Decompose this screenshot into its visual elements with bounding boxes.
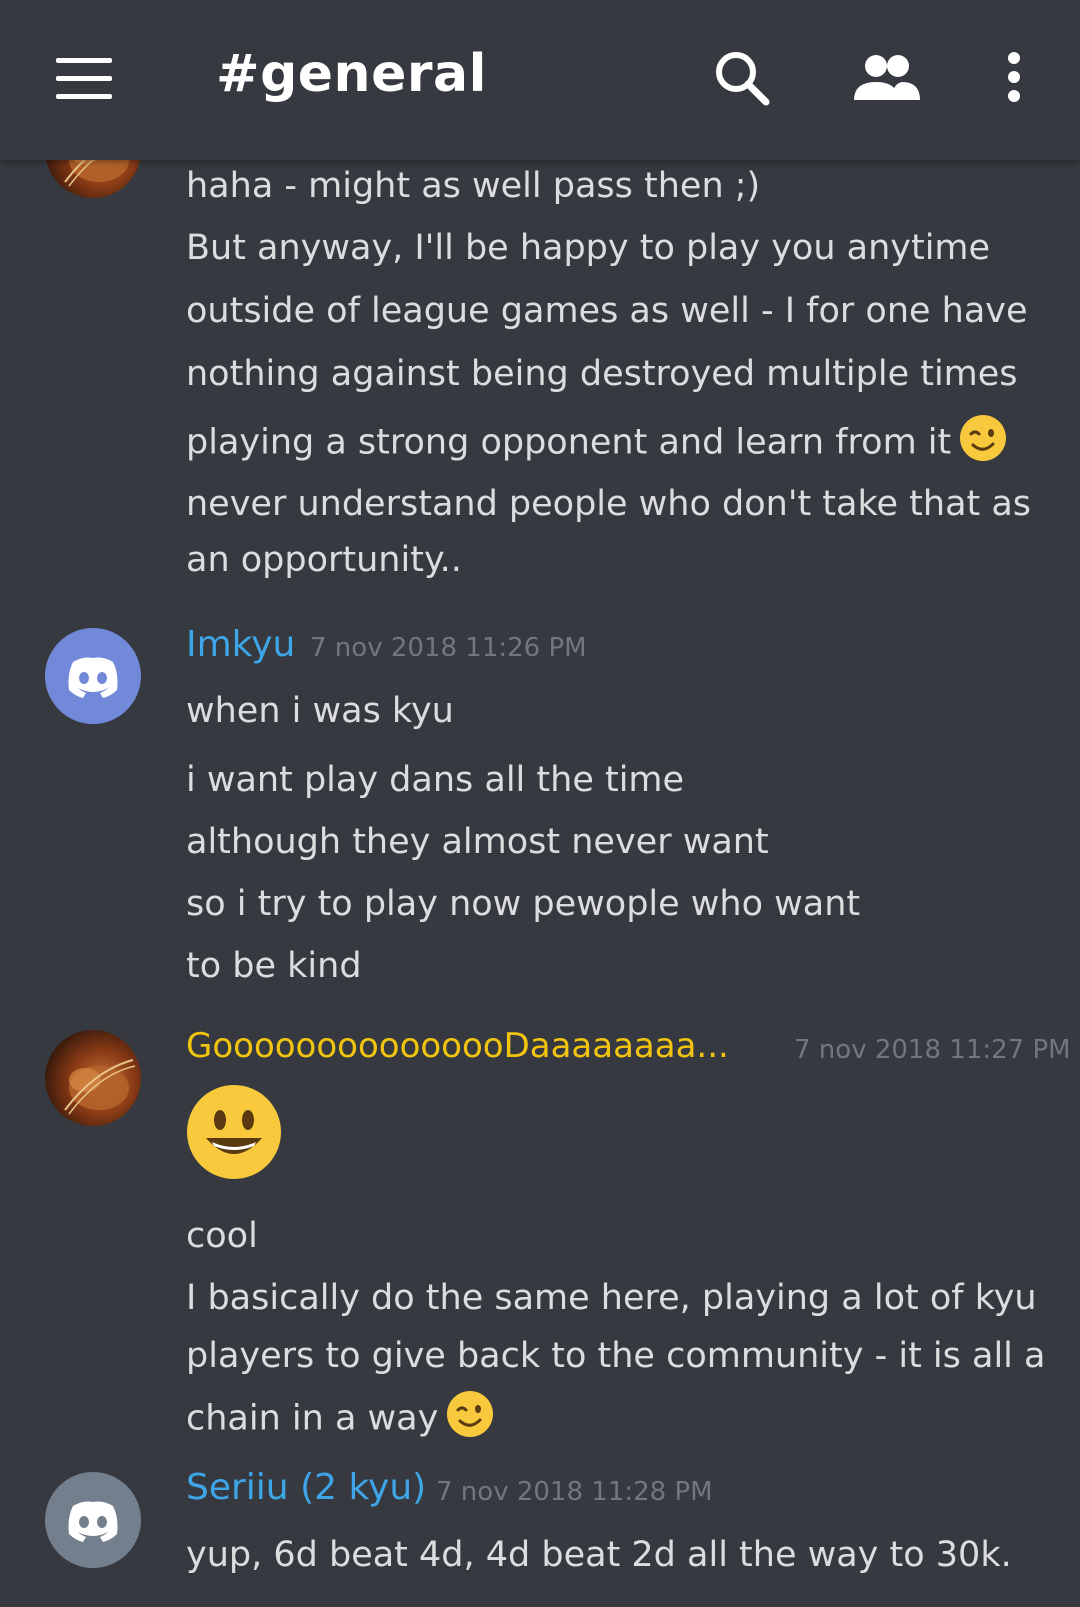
- message-text: chain in a way: [186, 1398, 439, 1439]
- hamburger-menu-icon[interactable]: [56, 58, 112, 99]
- message-line: playing a strong opponent and learn from…: [186, 414, 1007, 473]
- message-line: an opportunity..: [186, 540, 462, 580]
- message-username[interactable]: GooooooooooooooDaaaaaaaa...: [186, 1024, 729, 1068]
- message-line: i want play dans all the time: [186, 760, 685, 800]
- avatar[interactable]: [45, 1472, 141, 1568]
- message-line: to be kind: [186, 946, 362, 986]
- winking-face-emoji: [446, 1390, 494, 1449]
- more-options-icon[interactable]: [1004, 52, 1024, 106]
- message-timestamp: 7 nov 2018 11:27 PM: [794, 1035, 1071, 1065]
- message-line: haha - might as well pass then ;): [186, 166, 761, 206]
- message-line: nothing against being destroyed multiple…: [186, 354, 1018, 394]
- message-line: so i try to play now pewople who want: [186, 884, 861, 924]
- message-username[interactable]: Seriiu (2 kyu): [186, 1466, 426, 1510]
- message-line: outside of league games as well - I for …: [186, 291, 1028, 331]
- message-timestamp: 7 nov 2018 11:28 PM: [436, 1477, 713, 1507]
- members-icon[interactable]: [852, 52, 922, 106]
- message-line: yup, 6d beat 4d, 4d beat 2d all the way …: [186, 1535, 1012, 1575]
- message-text: playing a strong opponent and learn from…: [186, 422, 952, 463]
- channel-title: #general: [216, 44, 487, 104]
- smiley-face-emoji: [186, 1084, 282, 1180]
- message-line: cool: [186, 1216, 258, 1256]
- message-line: when i was kyu: [186, 691, 454, 731]
- message-timestamp: 7 nov 2018 11:26 PM: [310, 633, 587, 663]
- message-username[interactable]: Imkyu: [186, 623, 295, 667]
- message-line: I basically do the same here, playing a …: [186, 1278, 1037, 1318]
- message-line: although they almost never want: [186, 822, 769, 862]
- avatar[interactable]: [45, 1030, 141, 1126]
- top-app-bar: #general: [0, 0, 1080, 160]
- message-line: But anyway, I'll be happy to play you an…: [186, 228, 991, 268]
- search-icon[interactable]: [712, 48, 772, 112]
- message-line: players to give back to the community - …: [186, 1336, 1046, 1376]
- message-line: never understand people who don't take t…: [186, 484, 1032, 524]
- message-feed: haha - might as well pass then ;) But an…: [0, 0, 1080, 1607]
- discord-logo-icon: [68, 1501, 118, 1542]
- avatar[interactable]: [45, 628, 141, 724]
- message-line: chain in a way: [186, 1390, 494, 1449]
- winking-face-emoji: [959, 414, 1007, 473]
- discord-logo-icon: [68, 657, 118, 698]
